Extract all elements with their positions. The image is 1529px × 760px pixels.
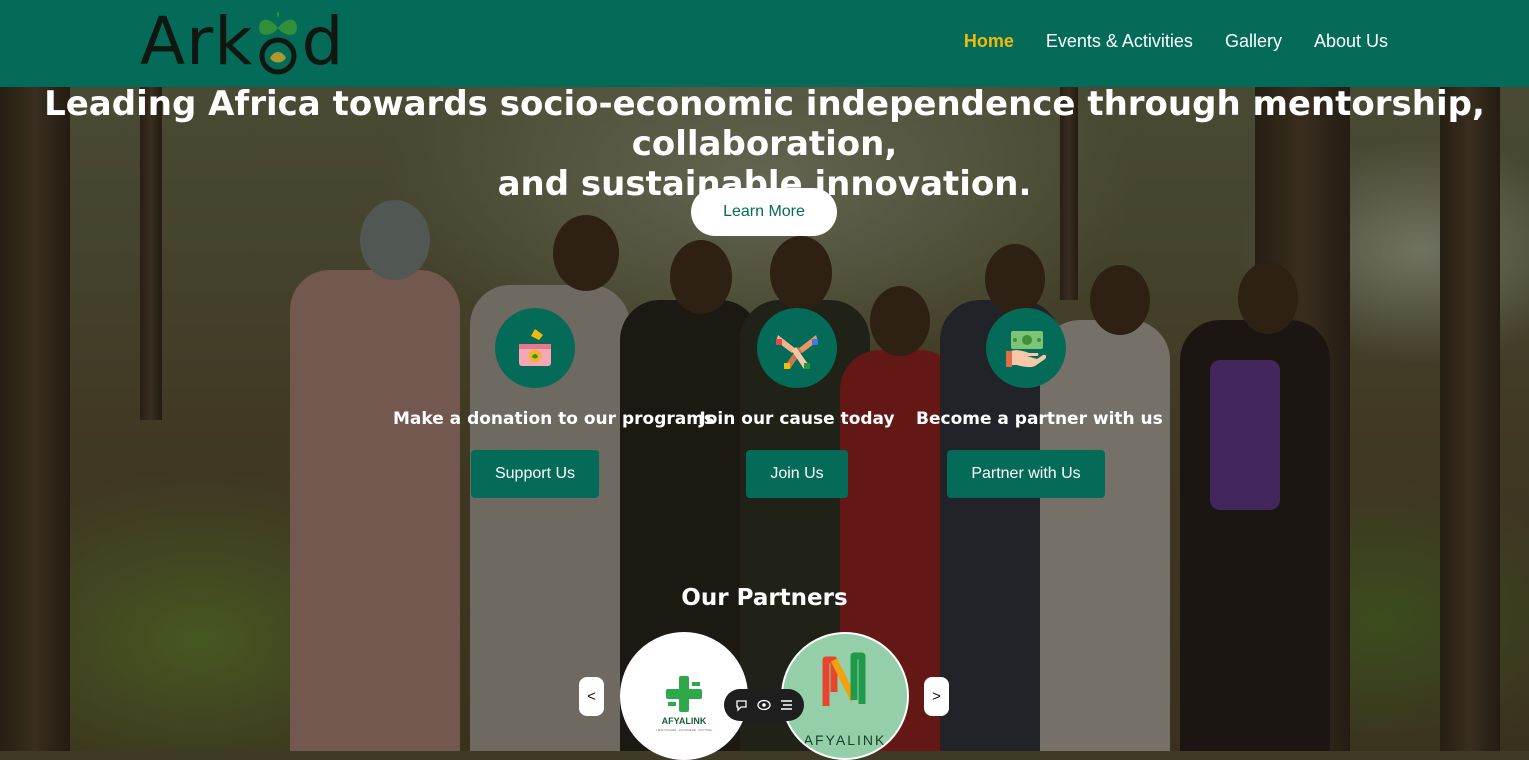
partner-with-us-button[interactable]: Partner with Us (947, 450, 1105, 498)
arkad-logo[interactable]: Ark d (140, 6, 344, 78)
partner-1-tagline: HEALTHCARE . ANYWHERE . ANYTIME (656, 728, 712, 732)
navbar: Ark d Home Events & Activities Gallery A… (0, 0, 1529, 87)
hero-headline: Leading Africa towards socio-economic in… (0, 84, 1529, 204)
partner-2-name: AFYALINK (803, 732, 887, 748)
comment-icon[interactable] (733, 697, 749, 713)
nav-events-activities[interactable]: Events & Activities (1046, 31, 1193, 52)
afyalink-cross-icon (666, 676, 702, 712)
nav-gallery[interactable]: Gallery (1225, 31, 1282, 52)
money-hand-icon (1006, 331, 1047, 368)
partner-icon-circle (986, 308, 1066, 388)
donation-box-icon (519, 329, 551, 366)
view-icon[interactable] (756, 697, 772, 713)
partners-prev-button[interactable]: < (579, 677, 604, 716)
donation-icon-circle (495, 308, 575, 388)
hero-headline-line1: Leading Africa towards socio-economic in… (44, 84, 1485, 164)
logo-text-right: d (301, 3, 345, 80)
nav-links: Home Events & Activities Gallery About U… (964, 31, 1388, 52)
support-us-button[interactable]: Support Us (470, 450, 600, 498)
cta-partner: Become a partner with us Partner with Us (916, 308, 1163, 498)
joined-hands-icon (776, 335, 818, 369)
floating-toolbar (724, 689, 804, 721)
cta-join: Join our cause today Join Us (697, 308, 897, 498)
join-us-button[interactable]: Join Us (746, 450, 848, 498)
partners-next-button[interactable]: > (924, 677, 949, 716)
nav-home[interactable]: Home (964, 31, 1014, 52)
join-icon-circle (757, 308, 837, 388)
partners-section-title: Our Partners (681, 585, 848, 611)
logo-text-left: Ark (140, 3, 254, 80)
afyalink-n-mark-icon (822, 652, 866, 706)
learn-more-button[interactable]: Learn More (691, 188, 837, 236)
leaf-heart-logo-icon (258, 12, 297, 75)
partner-1-name: AFYALINK (661, 716, 707, 726)
cta-partner-title: Become a partner with us (916, 409, 1163, 429)
menu-list-icon[interactable] (779, 697, 795, 713)
cta-donation: Make a donation to our programs Support … (393, 308, 715, 498)
nav-about-us[interactable]: About Us (1314, 31, 1388, 52)
cta-donation-title: Make a donation to our programs (393, 409, 715, 429)
cta-join-title: Join our cause today (699, 409, 895, 429)
